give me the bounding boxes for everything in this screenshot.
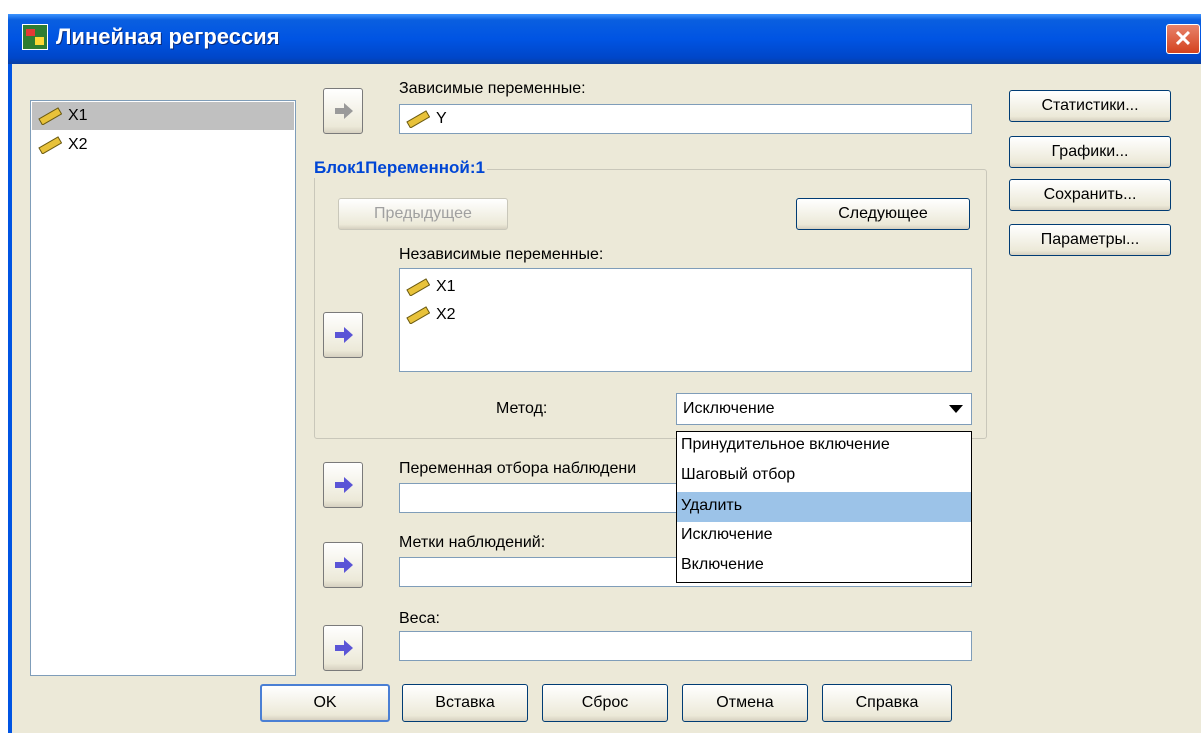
next-button[interactable]: Следующее <box>796 198 970 230</box>
dropdown-option[interactable]: Исключение <box>681 526 773 544</box>
method-label: Метод: <box>496 400 548 417</box>
window-title: Линейная регрессия <box>56 24 280 49</box>
dependent-label: Зависимые переменные: <box>399 80 586 97</box>
dialog-window: Линейная регрессия ✕ X1 X2 Зависимые пер… <box>8 14 1201 733</box>
selection-variable-label: Переменная отбора наблюдени <box>399 460 637 477</box>
statistics-button[interactable]: Статистики... <box>1009 90 1171 122</box>
dropdown-option[interactable]: Шаговый отбор <box>681 466 795 484</box>
dependent-field[interactable]: Y <box>399 104 972 134</box>
dropdown-option[interactable]: Включение <box>681 556 764 574</box>
method-dropdown-list[interactable]: Принудительное включение Шаговый отбор У… <box>676 431 972 583</box>
arrow-right-icon <box>335 477 353 493</box>
title-bar[interactable]: Линейная регрессия ✕ <box>8 14 1201 64</box>
variable-label: X2 <box>68 136 88 153</box>
ruler-icon <box>38 136 62 154</box>
list-item[interactable]: X1 <box>32 102 294 130</box>
ruler-icon <box>406 306 430 324</box>
list-item[interactable]: X1 <box>400 269 971 301</box>
app-icon <box>22 24 48 50</box>
block-title: Блок1Переменной:1 <box>312 158 487 178</box>
independent-variable-list[interactable]: X1 X2 <box>399 268 972 372</box>
case-labels-label: Метки наблюдений: <box>399 534 546 551</box>
ruler-icon <box>406 278 430 296</box>
arrow-right-icon <box>335 640 353 656</box>
window-border <box>8 64 12 733</box>
ruler-icon <box>38 107 62 125</box>
variable-label: X1 <box>436 278 456 295</box>
variable-label: X2 <box>436 306 456 323</box>
weights-label: Веса: <box>399 610 440 627</box>
method-value: Исключение <box>683 400 775 417</box>
paste-button[interactable]: Вставка <box>402 684 528 722</box>
move-case-labels-button[interactable] <box>323 542 363 588</box>
help-button[interactable]: Справка <box>822 684 952 722</box>
move-independent-button[interactable] <box>323 312 363 358</box>
arrow-right-icon <box>335 327 353 343</box>
move-selection-button[interactable] <box>323 462 363 508</box>
save-button[interactable]: Сохранить... <box>1009 179 1171 211</box>
dropdown-option[interactable]: Принудительное включение <box>681 436 890 454</box>
options-button[interactable]: Параметры... <box>1009 224 1171 256</box>
variable-label: X1 <box>68 107 88 124</box>
move-dependent-button[interactable] <box>323 88 363 134</box>
dropdown-option-highlighted[interactable]: Удалить <box>677 492 971 522</box>
ok-button[interactable]: OK <box>260 684 390 722</box>
reset-button[interactable]: Сброс <box>542 684 668 722</box>
move-weights-button[interactable] <box>323 625 363 671</box>
dependent-value: Y <box>436 110 447 127</box>
weights-field[interactable] <box>399 631 972 661</box>
independent-label: Независимые переменные: <box>399 246 604 263</box>
ruler-icon <box>406 110 430 128</box>
close-button[interactable]: ✕ <box>1166 24 1200 54</box>
method-select[interactable]: Исключение <box>676 393 972 425</box>
list-item[interactable]: X2 <box>32 131 294 159</box>
cancel-button[interactable]: Отмена <box>682 684 808 722</box>
chevron-down-icon <box>949 405 963 413</box>
list-item[interactable]: X2 <box>400 301 971 329</box>
arrow-right-icon <box>335 103 353 119</box>
arrow-right-icon <box>335 557 353 573</box>
source-variable-list[interactable]: X1 X2 <box>30 100 296 676</box>
previous-button[interactable]: Предыдущее <box>338 198 508 230</box>
plots-button[interactable]: Графики... <box>1009 136 1171 168</box>
